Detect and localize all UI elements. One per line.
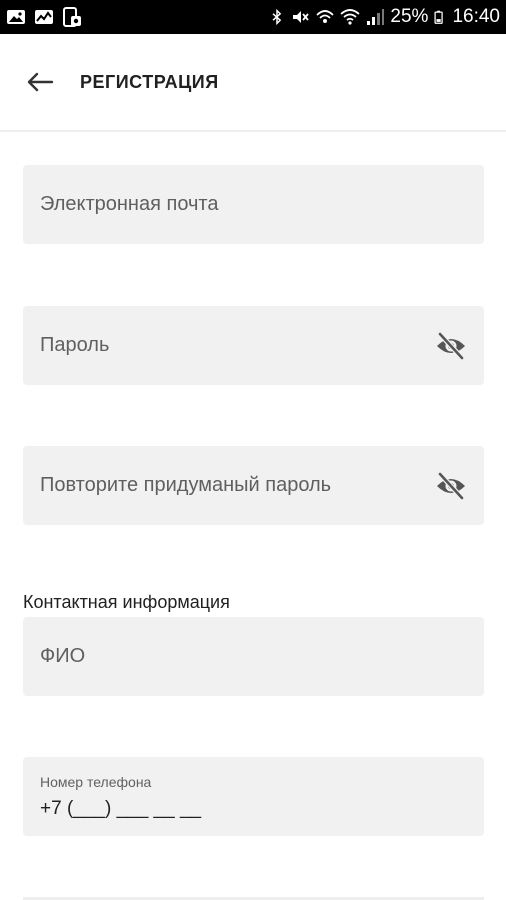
password-visibility-toggle[interactable] [434, 329, 468, 363]
email-field[interactable] [23, 165, 484, 244]
status-bar: 25% 16:40 [0, 0, 506, 34]
clock: 16:40 [452, 6, 500, 27]
wifi-icon [340, 9, 361, 25]
confirm-password-visibility-toggle[interactable] [434, 469, 468, 503]
email-input[interactable] [23, 165, 484, 244]
page-title: РЕГИСТРАЦИЯ [80, 72, 219, 92]
eye-off-icon [437, 472, 465, 500]
hotspot-icon [316, 10, 335, 23]
mute-icon [293, 11, 310, 23]
chart-notification-icon [35, 10, 53, 24]
notification-icons [6, 7, 82, 27]
battery-icon [434, 10, 444, 24]
device-notification-icon [63, 7, 81, 27]
password-field[interactable] [23, 306, 484, 385]
confirm-password-input[interactable] [23, 446, 484, 525]
fullname-field[interactable] [23, 617, 484, 696]
bluetooth-icon [272, 8, 282, 26]
gallery-notification-icon [7, 10, 25, 24]
fullname-input[interactable] [23, 617, 484, 696]
eye-off-icon [437, 332, 465, 360]
password-input[interactable] [23, 306, 484, 385]
system-icons: 25% 16:40 [269, 0, 500, 34]
phone-input[interactable] [40, 797, 440, 821]
confirm-password-field[interactable] [23, 446, 484, 525]
battery-percent: 25% [390, 6, 429, 27]
phone-field-label: Номер телефона [40, 774, 152, 790]
back-button[interactable] [20, 62, 60, 102]
app-bar: РЕГИСТРАЦИЯ [0, 34, 506, 132]
arrow-left-icon [27, 72, 54, 92]
contact-section-heading: Контактная информация [23, 592, 230, 612]
signal-icon [367, 9, 385, 25]
